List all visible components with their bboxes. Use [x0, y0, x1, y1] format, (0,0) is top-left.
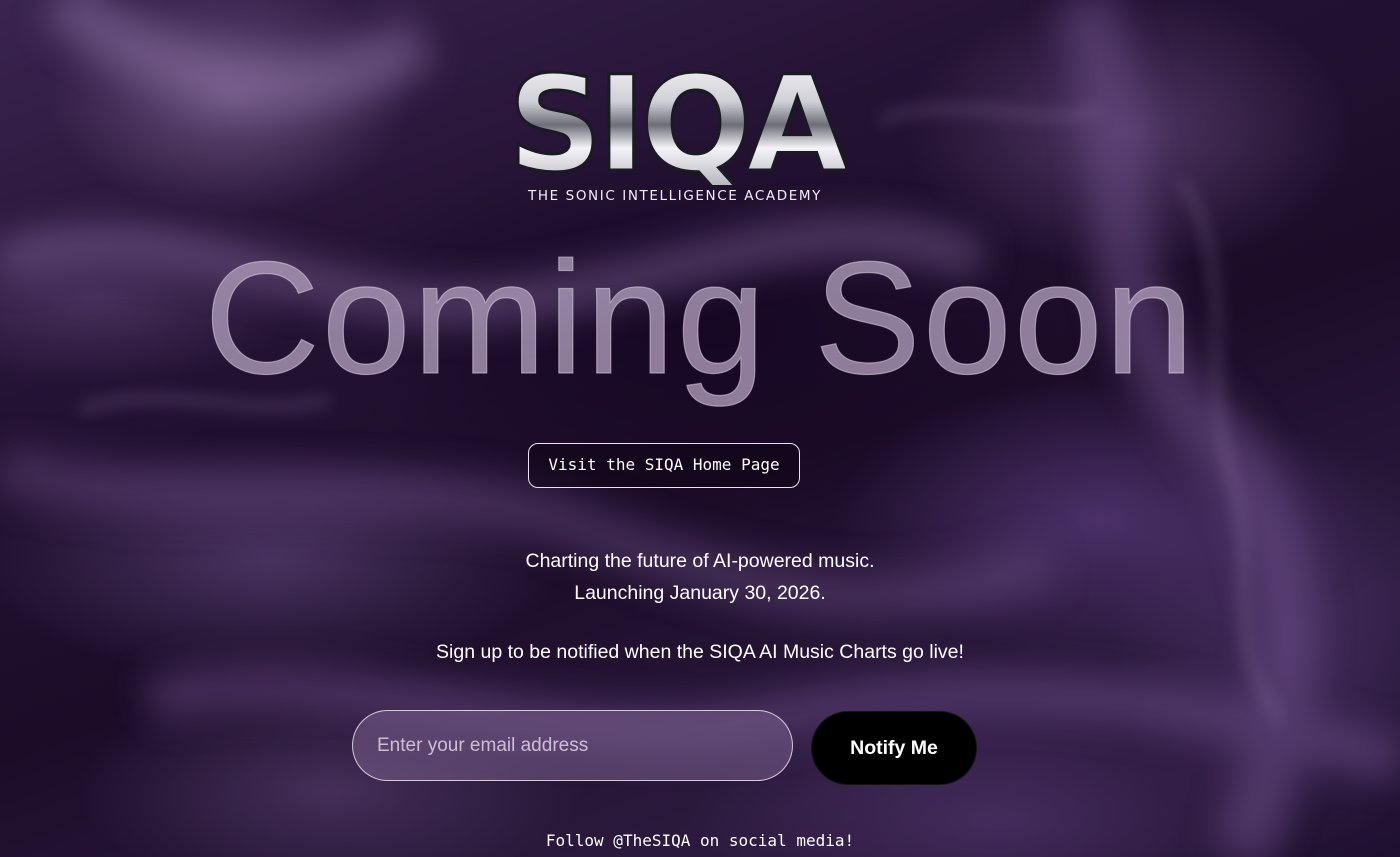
intro-text: Charting the future of AI-powered music.… [0, 545, 1400, 609]
siqa-logo-mark: SIQA [506, 47, 845, 186]
coming-soon-page: SIQA THE SONIC INTELLIGENCE ACADEMY Comi… [0, 0, 1400, 857]
email-input[interactable] [352, 710, 793, 781]
logo-wordmark: SIQA [508, 48, 845, 185]
logo-subtitle: THE SONIC INTELLIGENCE ACADEMY [528, 188, 822, 204]
page-title: Coming Soon [204, 227, 1196, 407]
intro-line-launch-date: Launching January 30, 2026. [574, 582, 826, 604]
intro-line-tagline: Charting the future of AI-powered music. [525, 550, 875, 572]
notify-me-button[interactable]: Notify Me [811, 711, 977, 785]
visit-home-page-button[interactable]: Visit the SIQA Home Page [528, 443, 800, 488]
social-follow-text: Follow @TheSIQA on social media! [545, 831, 855, 850]
siqa-logo: SIQA THE SONIC INTELLIGENCE ACADEMY [505, 35, 845, 215]
signup-prompt: Sign up to be notified when the SIQA AI … [436, 641, 964, 663]
